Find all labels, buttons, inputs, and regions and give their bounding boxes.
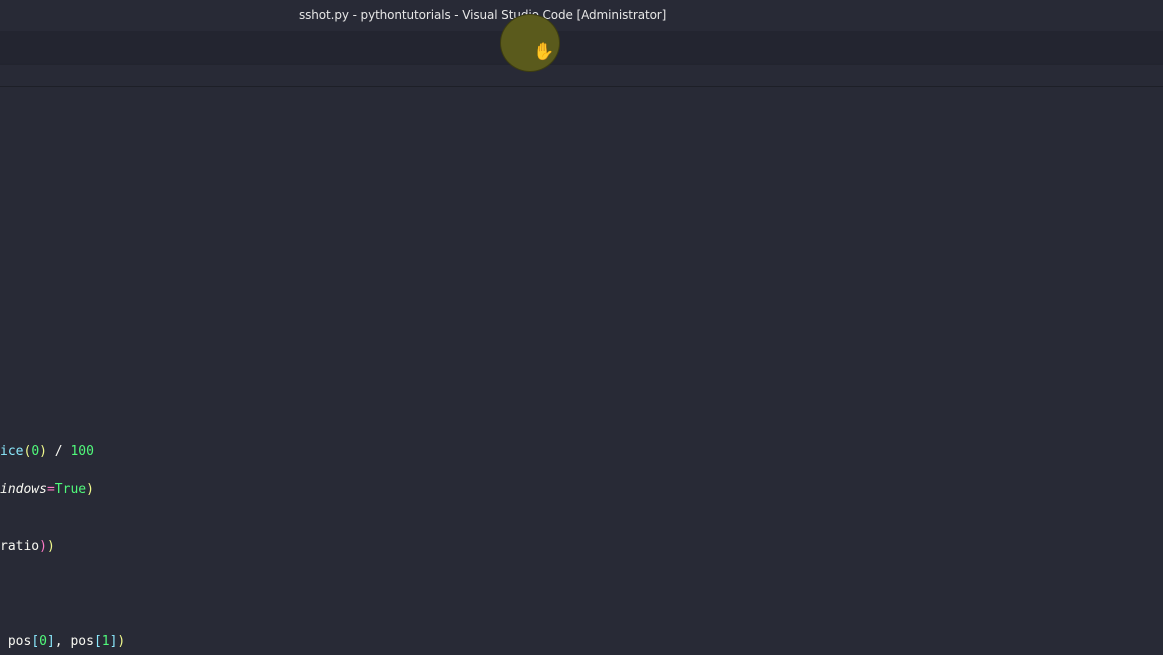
code-token: = bbox=[46, 482, 55, 497]
code-token: ) bbox=[39, 444, 47, 459]
code-token: ratio bbox=[0, 539, 40, 554]
code-token: ice bbox=[0, 444, 24, 459]
code-line[interactable]: ice(0) / 100 bbox=[0, 443, 94, 461]
breadcrumb-bar bbox=[0, 65, 1163, 87]
code-token: [ bbox=[31, 634, 40, 649]
code-token: ) bbox=[86, 482, 94, 497]
code-line[interactable]: indows=True) bbox=[0, 481, 94, 499]
code-line[interactable]: pos[0], pos[1]) bbox=[0, 633, 125, 651]
tab-bar[interactable] bbox=[0, 31, 1163, 65]
code-token: [ bbox=[93, 634, 102, 649]
hand-cursor-icon: ✋ bbox=[533, 42, 555, 62]
code-token: 100 bbox=[70, 444, 94, 459]
code-token: 1 bbox=[101, 634, 110, 649]
code-token: ) bbox=[46, 539, 55, 554]
code-token: True bbox=[54, 482, 87, 497]
code-token: indows bbox=[0, 482, 47, 497]
code-token: 0 bbox=[31, 444, 40, 459]
code-token: 0 bbox=[39, 634, 47, 649]
code-editor[interactable]: ice(0) / 100 indows=True) ratio)) pos[0]… bbox=[0, 87, 1163, 655]
code-line[interactable]: ratio)) bbox=[0, 538, 55, 556]
code-token: / bbox=[46, 444, 71, 459]
code-token: pos bbox=[0, 634, 32, 649]
code-token: , pos bbox=[54, 634, 94, 649]
code-token: ) bbox=[39, 539, 47, 554]
title-bar[interactable]: sshot.py - pythontutorials - Visual Stud… bbox=[0, 0, 1163, 31]
code-token: ] bbox=[46, 634, 55, 649]
code-token: ) bbox=[117, 634, 126, 649]
window-title: sshot.py - pythontutorials - Visual Stud… bbox=[299, 8, 667, 22]
